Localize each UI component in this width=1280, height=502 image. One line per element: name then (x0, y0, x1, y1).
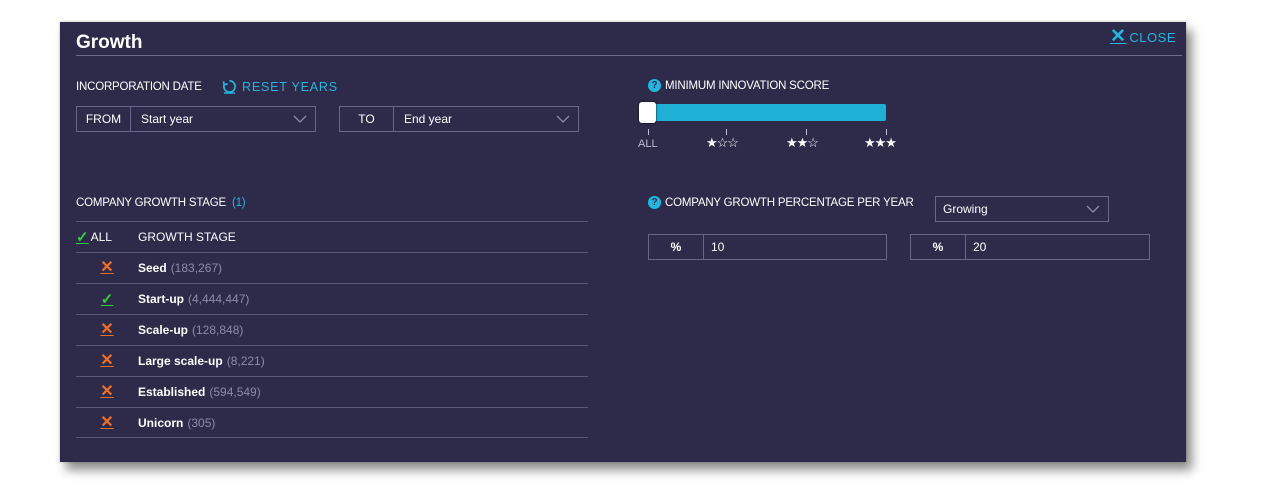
check-icon: ✓ (76, 229, 89, 246)
growth-stage-row-start-up[interactable]: ✓ Start-up (4,444,447) (76, 283, 588, 314)
select-all-toggle[interactable]: ✓ ALL (76, 228, 138, 246)
growth-stage-row-large-scale-up[interactable]: ✕ Large scale-up (8,221) (76, 345, 588, 376)
growth-percentage-heading: ? COMPANY GROWTH PERCENTAGE PER YEAR (648, 196, 914, 209)
from-year-value: Start year (141, 112, 194, 126)
growth-stage-row-established[interactable]: ✕ Established (594,549) (76, 376, 588, 407)
growth-filter-dialog: Growth ✕ CLOSE INCORPORATION DATE RESET … (60, 22, 1186, 462)
growth-stage-name: Start-up (138, 292, 184, 306)
to-label: TO (340, 107, 394, 131)
reset-years-label: RESET YEARS (242, 79, 338, 94)
growth-stage-count: (4,444,447) (188, 292, 250, 306)
innovation-score-heading: ? MINIMUM INNOVATION SCORE (648, 79, 829, 92)
growth-stage-name: Scale-up (138, 323, 189, 337)
growth-stage-table: ✓ ALL GROWTH STAGE ✕ Seed (183,267) ✓ St… (76, 221, 588, 438)
check-icon: ✓ (100, 291, 114, 308)
slider-tick (648, 129, 649, 135)
help-icon[interactable]: ? (648, 79, 661, 92)
growth-stage-name: Large scale-up (138, 354, 223, 368)
to-year-value: End year (404, 112, 453, 126)
innovation-score-label: MINIMUM INNOVATION SCORE (665, 79, 830, 92)
cross-icon: ✕ (100, 321, 114, 338)
incorporation-date-label: INCORPORATION DATE (76, 81, 202, 93)
growth-stage-count: (128,848) (192, 323, 244, 337)
tick-label-all: ALL (638, 138, 658, 150)
select-all-label: ALL (90, 230, 112, 244)
cross-icon: ✕ (100, 259, 114, 276)
to-year-select[interactable]: TO End year (339, 106, 579, 132)
growth-percentage-label: COMPANY GROWTH PERCENTAGE PER YEAR (665, 196, 914, 209)
growth-type-select[interactable]: Growing (935, 196, 1109, 222)
growth-stage-count: (8,221) (226, 354, 265, 368)
tick-label-one-star: ★☆☆ (706, 135, 739, 150)
title-divider (76, 55, 1182, 56)
growth-min-value: 10 (711, 240, 725, 254)
growth-stage-name: Established (138, 385, 206, 399)
growth-stage-name: Unicorn (138, 415, 184, 430)
growth-stage-count: (1) (231, 197, 246, 209)
chevron-down-icon (548, 115, 578, 123)
growth-stage-label: COMPANY GROWTH STAGE (76, 197, 226, 209)
growth-stage-count: (183,267) (170, 261, 223, 275)
tick-label-two-stars: ★★☆ (786, 135, 819, 150)
close-icon: ✕ (1110, 26, 1127, 47)
from-label: FROM (77, 107, 131, 131)
growth-type-value: Growing (943, 202, 988, 216)
percent-prefix: % (649, 235, 704, 259)
growth-stage-header-row: ✓ ALL GROWTH STAGE (76, 221, 588, 252)
growth-stage-name: Seed (138, 261, 167, 275)
reset-years-button[interactable]: RESET YEARS (222, 79, 338, 94)
chevron-down-icon (285, 115, 315, 123)
growth-stage-column-header: GROWTH STAGE (138, 230, 236, 244)
tick-label-three-stars: ★★★ (864, 135, 897, 150)
cross-icon: ✕ (100, 383, 114, 400)
growth-stage-row-unicorn[interactable]: ✕ Unicorn (305) (76, 407, 588, 438)
chevron-down-icon (1078, 205, 1108, 213)
growth-max-input[interactable]: % 20 (910, 234, 1150, 260)
growth-min-input[interactable]: % 10 (648, 234, 887, 260)
growth-stage-row-scale-up[interactable]: ✕ Scale-up (128,848) (76, 314, 588, 345)
close-button[interactable]: ✕ CLOSE (1110, 26, 1176, 47)
innovation-score-slider-handle[interactable] (639, 102, 656, 123)
innovation-score-slider-track[interactable] (640, 104, 886, 121)
growth-stage-count: (594,549) (209, 385, 261, 399)
help-icon[interactable]: ? (648, 196, 661, 209)
growth-stage-heading: COMPANY GROWTH STAGE (1) (76, 197, 246, 209)
dialog-title: Growth (76, 32, 143, 53)
percent-prefix: % (911, 235, 966, 259)
from-year-select[interactable]: FROM Start year (76, 106, 316, 132)
cross-icon: ✕ (100, 413, 114, 431)
growth-max-value: 20 (973, 240, 987, 254)
close-label: CLOSE (1129, 29, 1176, 45)
reset-icon (222, 80, 236, 94)
growth-stage-row-seed[interactable]: ✕ Seed (183,267) (76, 252, 588, 283)
growth-stage-count: (305) (187, 415, 216, 430)
cross-icon: ✕ (100, 352, 114, 369)
